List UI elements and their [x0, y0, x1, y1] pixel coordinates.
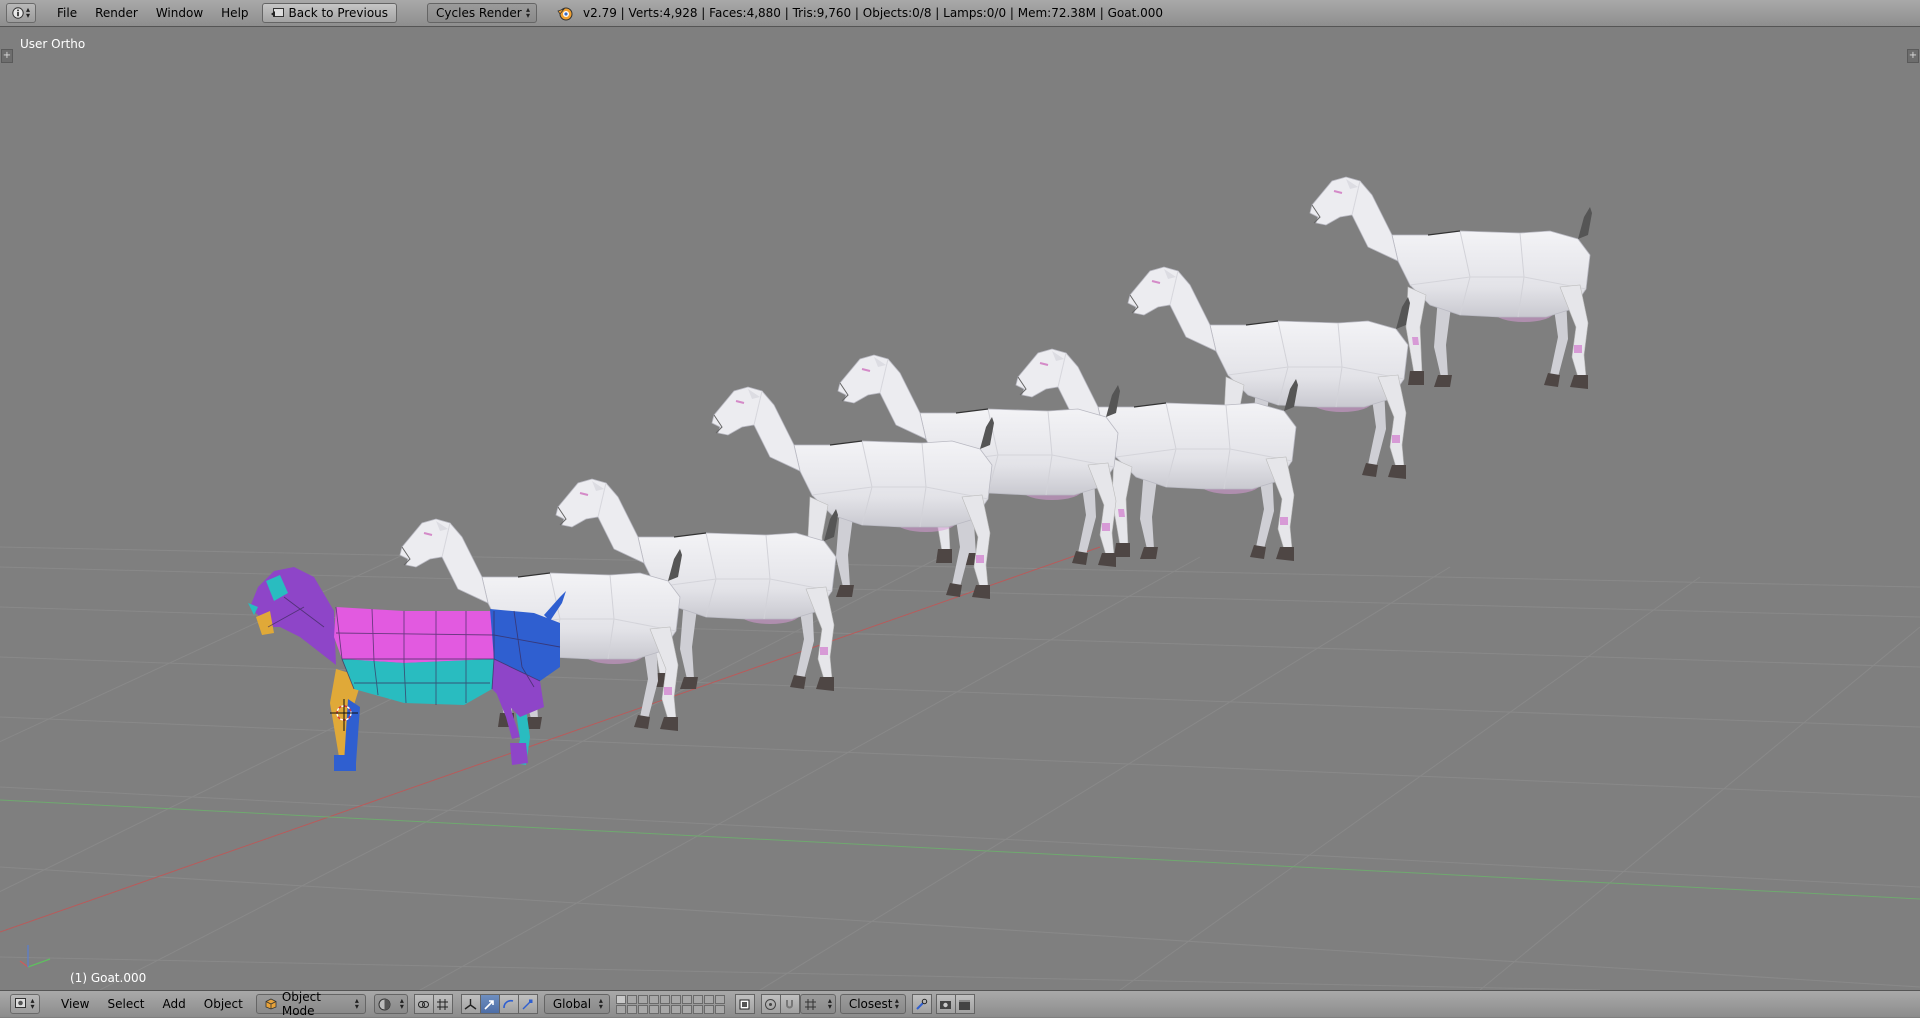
- 3d-viewport[interactable]: User Ortho (1) Goat.000 + +: [0, 27, 1920, 990]
- layer-toggle[interactable]: [670, 994, 681, 1004]
- layer-toggle[interactable]: [637, 1004, 648, 1014]
- chevron-updown-icon: ▴ ▾: [598, 996, 603, 1011]
- layers-lock-icon: [739, 999, 750, 1009]
- camera-icon: [940, 1000, 952, 1009]
- layer-toggle[interactable]: [670, 1004, 681, 1014]
- interaction-mode-label: Object Mode: [281, 990, 321, 1018]
- menu-add[interactable]: Add: [154, 991, 195, 1018]
- layer-toggle[interactable]: [692, 994, 703, 1004]
- viewport-shading-select[interactable]: ▴ ▾: [373, 994, 408, 1014]
- render-engine-label: Cycles Render: [436, 6, 522, 20]
- translate-manipulator-button[interactable]: [479, 994, 500, 1014]
- manipulate-center-button[interactable]: [432, 994, 453, 1014]
- object-mode-icon: [265, 998, 277, 1010]
- y-axis-line: [0, 799, 1920, 900]
- menu-object[interactable]: Object: [195, 991, 252, 1018]
- snap-target-select[interactable]: Closest ▴ ▾: [839, 994, 906, 1014]
- arrow-icon: [484, 999, 495, 1010]
- render-engine-select[interactable]: Cycles Render ▴ ▾: [427, 3, 538, 23]
- layer-toggle[interactable]: [615, 1004, 626, 1014]
- layer-toggle[interactable]: [659, 1004, 670, 1014]
- menu-select[interactable]: Select: [98, 991, 153, 1018]
- interaction-mode-select[interactable]: Object Mode ▴ ▾: [255, 990, 366, 1018]
- menu-view[interactable]: View: [52, 991, 98, 1018]
- menu-window[interactable]: Window: [147, 0, 212, 27]
- opengl-render-still-button[interactable]: [935, 994, 956, 1014]
- manipulator-icon: [464, 998, 477, 1010]
- info-header: ▴ ▾ File Render Window Help Back to Previ…: [0, 0, 1920, 27]
- menu-file[interactable]: File: [48, 0, 86, 27]
- 3d-view-icon: [15, 998, 27, 1008]
- brush-icon: [916, 998, 928, 1010]
- editor-type-selector[interactable]: ▴ ▾: [10, 994, 40, 1014]
- axis-gizmo: [19, 945, 51, 968]
- blender-logo-icon: [557, 7, 573, 21]
- screen-back-icon: [270, 7, 284, 17]
- active-object-label: (1) Goat.000: [70, 971, 147, 985]
- layer-toggle[interactable]: [714, 1004, 725, 1014]
- info-icon: [12, 7, 24, 19]
- snap-target-label: Closest: [848, 997, 893, 1011]
- chevron-updown-icon: ▴ ▾: [526, 5, 531, 20]
- back-to-previous-button[interactable]: Back to Previous: [261, 3, 398, 23]
- menu-render[interactable]: Render: [86, 0, 147, 27]
- layer-toggle[interactable]: [681, 994, 692, 1004]
- layer-toggle[interactable]: [681, 1004, 692, 1014]
- magnet-icon: [786, 999, 794, 1008]
- back-to-previous-label: Back to Previous: [288, 6, 389, 20]
- chevron-updown-icon: ▴ ▾: [30, 996, 35, 1011]
- rotate-arc-icon: [503, 999, 514, 1008]
- transform-orientation-select[interactable]: Global ▴ ▾: [543, 994, 610, 1014]
- layer-toggle[interactable]: [703, 994, 714, 1004]
- layer-toggle[interactable]: [692, 1004, 703, 1014]
- snap-increment-icon: [804, 998, 816, 1010]
- chevron-updown-icon: ▴ ▾: [827, 996, 832, 1011]
- layer-toggle[interactable]: [703, 1004, 714, 1014]
- 3d-view-header: ▴ ▾ View Select Add Object Object Mode ▴ ▾…: [0, 990, 1920, 1018]
- menu-help[interactable]: Help: [212, 0, 257, 27]
- chevron-updown-icon: ▴ ▾: [894, 996, 899, 1011]
- layer-toggle[interactable]: [714, 994, 725, 1004]
- editor-type-selector[interactable]: ▴ ▾: [6, 3, 36, 23]
- properties-shelf-toggle[interactable]: +: [1907, 49, 1919, 63]
- layer-toggle[interactable]: [648, 1004, 659, 1014]
- solid-shading-icon: [378, 998, 391, 1010]
- proportional-edit-icon: [765, 998, 777, 1010]
- snap-element-select[interactable]: ▴ ▾: [799, 994, 836, 1014]
- scene-layers[interactable]: [615, 994, 725, 1014]
- lock-camera-layers-button[interactable]: [734, 994, 755, 1014]
- layer-toggle[interactable]: [626, 994, 637, 1004]
- opengl-render-animation-button[interactable]: [954, 994, 975, 1014]
- view-label: User Ortho: [20, 37, 86, 51]
- snap-toggle-button[interactable]: [779, 994, 800, 1014]
- clapperboard-icon: [959, 999, 971, 1010]
- transform-orientation-label: Global: [552, 997, 592, 1011]
- grid-dots-icon: [437, 998, 449, 1010]
- proportional-editing-button[interactable]: [760, 994, 781, 1014]
- layer-toggle[interactable]: [659, 994, 670, 1004]
- rotate-manipulator-button[interactable]: [498, 994, 519, 1014]
- chevron-updown-icon: ▴ ▾: [354, 996, 359, 1011]
- chevron-updown-icon: ▴ ▾: [399, 996, 404, 1011]
- chevron-updown-icon: ▴ ▾: [25, 5, 30, 20]
- pivot-point-button[interactable]: [413, 994, 434, 1014]
- layer-toggle[interactable]: [615, 994, 626, 1004]
- pivot-icon: [418, 1000, 430, 1008]
- layer-toggle[interactable]: [648, 994, 659, 1004]
- scale-manipulator-button[interactable]: [517, 994, 538, 1014]
- tool-shelf-toggle[interactable]: +: [1, 49, 13, 63]
- layer-toggle[interactable]: [626, 1004, 637, 1014]
- opengl-render-image-button[interactable]: [911, 994, 932, 1014]
- scale-icon: [522, 999, 533, 1009]
- layer-toggle[interactable]: [637, 994, 648, 1004]
- scene-canvas[interactable]: [0, 27, 1920, 990]
- manipulator-toggle[interactable]: [460, 994, 481, 1014]
- scene-statistics: v2.79 | Verts:4,928 | Faces:4,880 | Tris…: [583, 6, 1164, 20]
